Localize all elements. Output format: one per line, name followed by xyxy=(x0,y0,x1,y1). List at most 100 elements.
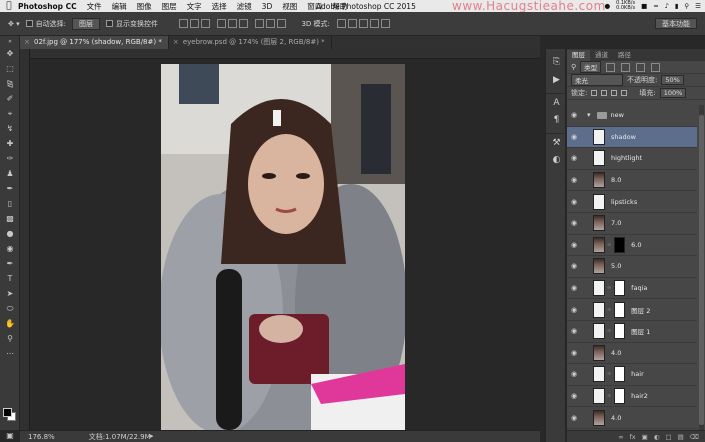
layer-row[interactable]: ◉ ∞ 图层 1 xyxy=(567,321,697,343)
mask-link-icon[interactable]: ∞ xyxy=(607,328,611,334)
mask-link-icon[interactable]: ∞ xyxy=(607,307,611,313)
align-left-icon[interactable] xyxy=(217,19,227,28)
mask-link-icon[interactable]: ∞ xyxy=(607,242,611,248)
layer-name[interactable]: hair xyxy=(631,370,644,378)
layer-name[interactable]: hair2 xyxy=(631,392,648,400)
adjustment-layer-icon[interactable]: ◐ xyxy=(654,433,660,441)
layer-row[interactable]: ◉ shadow xyxy=(567,126,697,149)
auto-select-toggle[interactable]: 自动选择: xyxy=(25,19,66,29)
visibility-eye-icon[interactable]: ◉ xyxy=(567,414,581,422)
visibility-eye-icon[interactable]: ◉ xyxy=(567,219,581,227)
tab-eyebrow[interactable]: × eyebrow.psd @ 174% (图层 2, RGB/8#) * xyxy=(169,36,332,49)
visibility-eye-icon[interactable]: ◉ xyxy=(567,327,581,335)
lock-all-icon[interactable] xyxy=(621,90,628,96)
layer-thumbnail[interactable] xyxy=(593,301,605,318)
collapse-icon[interactable]: » xyxy=(0,36,20,46)
layer-row[interactable]: ◉ ∞ faqia xyxy=(567,278,697,300)
layer-thumbnail[interactable] xyxy=(593,344,605,361)
layer-thumbnail[interactable] xyxy=(593,366,605,383)
distribute-icon-3[interactable] xyxy=(277,19,287,28)
paragraph-icon[interactable]: ¶ xyxy=(546,111,567,129)
fill-field[interactable]: 100% xyxy=(659,88,687,98)
menu-select[interactable]: 选择 xyxy=(212,1,227,12)
menu-3d[interactable]: 3D xyxy=(262,2,273,11)
layer-row[interactable]: ◉ ∞ 图层 2 xyxy=(567,299,697,321)
move-tool-icon[interactable]: ✥ xyxy=(0,46,20,61)
tools-preset-icon[interactable]: ⚒ xyxy=(546,133,567,151)
distribute-icon-2[interactable] xyxy=(266,19,276,28)
layer-name[interactable]: hightlight xyxy=(611,154,642,162)
visibility-eye-icon[interactable]: ◉ xyxy=(567,133,581,141)
brush-tool-icon[interactable]: ✑ xyxy=(0,151,20,166)
align-bottom-icon[interactable] xyxy=(200,19,210,28)
visibility-eye-icon[interactable]: ◉ xyxy=(567,176,581,184)
layer-name[interactable]: 6.0 xyxy=(631,241,641,249)
layer-thumbnail[interactable] xyxy=(593,172,605,189)
mask-link-icon[interactable]: ∞ xyxy=(607,285,611,291)
auto-select-checkbox[interactable] xyxy=(25,20,33,27)
layer-thumbnail[interactable] xyxy=(593,236,605,253)
align-center-icon[interactable] xyxy=(228,19,238,28)
align-middle-icon[interactable] xyxy=(189,19,199,28)
path-select-tool-icon[interactable]: ➤ xyxy=(0,286,20,301)
battery-icon[interactable]: ▮ xyxy=(675,2,679,10)
workspace-switcher[interactable]: 基本功能 xyxy=(655,18,697,29)
layer-row[interactable]: ◉ ∞ hair2 xyxy=(567,386,697,408)
eraser-tool-icon[interactable]: ▯ xyxy=(0,196,20,211)
layer-thumbnail[interactable] xyxy=(593,215,605,232)
document-image[interactable] xyxy=(161,64,405,430)
layer-name[interactable]: lipsticks xyxy=(611,198,637,206)
character-icon[interactable]: A xyxy=(546,93,567,111)
new-layer-icon[interactable]: ▤ xyxy=(678,433,684,441)
menu-view[interactable]: 视图 xyxy=(282,1,297,12)
layer-row[interactable]: ◉ 7.0 xyxy=(567,213,697,235)
actions-icon[interactable]: ▶ xyxy=(546,71,567,89)
app-menu[interactable]: Photoshop CC xyxy=(18,2,77,11)
layer-row[interactable]: ◉ hightlight xyxy=(567,148,697,170)
opacity-field[interactable]: 50% xyxy=(661,75,684,85)
quick-mask-icon[interactable]: ▣ xyxy=(0,428,20,442)
layer-thumbnail[interactable] xyxy=(593,150,605,167)
more-tools-icon[interactable]: ⋯ xyxy=(0,346,20,361)
layer-mask-thumbnail[interactable] xyxy=(614,280,626,297)
layer-mask-thumbnail[interactable] xyxy=(614,236,626,253)
foreground-color-swatch[interactable] xyxy=(3,408,12,417)
layer-row[interactable]: ◉ 5.0 xyxy=(567,256,697,278)
layer-name[interactable]: faqia xyxy=(631,284,647,292)
wechat-icon[interactable]: ● xyxy=(604,2,610,10)
menu-file[interactable]: 文件 xyxy=(87,1,102,12)
layer-mask-thumbnail[interactable] xyxy=(614,323,626,340)
3d-pan-icon[interactable] xyxy=(358,19,368,28)
layer-name[interactable]: 4.0 xyxy=(611,349,621,357)
type-tool-icon[interactable]: T xyxy=(0,271,20,286)
layer-mask-thumbnail[interactable] xyxy=(614,366,626,383)
visibility-eye-icon[interactable]: ◉ xyxy=(567,111,581,119)
adjustments-icon[interactable]: ◐ xyxy=(546,151,567,169)
dodge-tool-icon[interactable]: ◉ xyxy=(0,241,20,256)
visibility-eye-icon[interactable]: ◉ xyxy=(567,370,581,378)
marquee-tool-icon[interactable]: ⬚ xyxy=(0,61,20,76)
hand-tool-icon[interactable]: ✋ xyxy=(0,316,20,331)
filter-adjust-icon[interactable] xyxy=(621,62,631,72)
history-brush-tool-icon[interactable]: ✒ xyxy=(0,181,20,196)
layer-name[interactable]: 图层 1 xyxy=(631,326,650,336)
shape-tool-icon[interactable]: ⬭ xyxy=(0,301,20,316)
layer-row[interactable]: ◉ 4.0 xyxy=(567,343,697,365)
layer-name[interactable]: new xyxy=(611,111,624,119)
layer-list-scrollbar[interactable] xyxy=(699,105,704,430)
filter-pixel-icon[interactable] xyxy=(606,62,616,72)
horizontal-ruler[interactable] xyxy=(30,49,540,59)
new-group-icon[interactable]: □ xyxy=(665,433,671,441)
close-tab-icon[interactable]: × xyxy=(24,36,30,48)
blur-tool-icon[interactable]: ● xyxy=(0,226,20,241)
menu-list-icon[interactable]: ☰ xyxy=(695,2,701,10)
history-icon[interactable]: ⎘ xyxy=(546,53,567,71)
scrollbar-thumb[interactable] xyxy=(699,115,704,425)
align-right-icon[interactable] xyxy=(239,19,249,28)
clone-stamp-tool-icon[interactable]: ♟ xyxy=(0,166,20,181)
3d-roll-icon[interactable] xyxy=(347,19,357,28)
3d-slide-icon[interactable] xyxy=(369,19,379,28)
align-top-icon[interactable] xyxy=(178,19,188,28)
healing-brush-tool-icon[interactable]: ✚ xyxy=(0,136,20,151)
visibility-eye-icon[interactable]: ◉ xyxy=(567,306,581,314)
